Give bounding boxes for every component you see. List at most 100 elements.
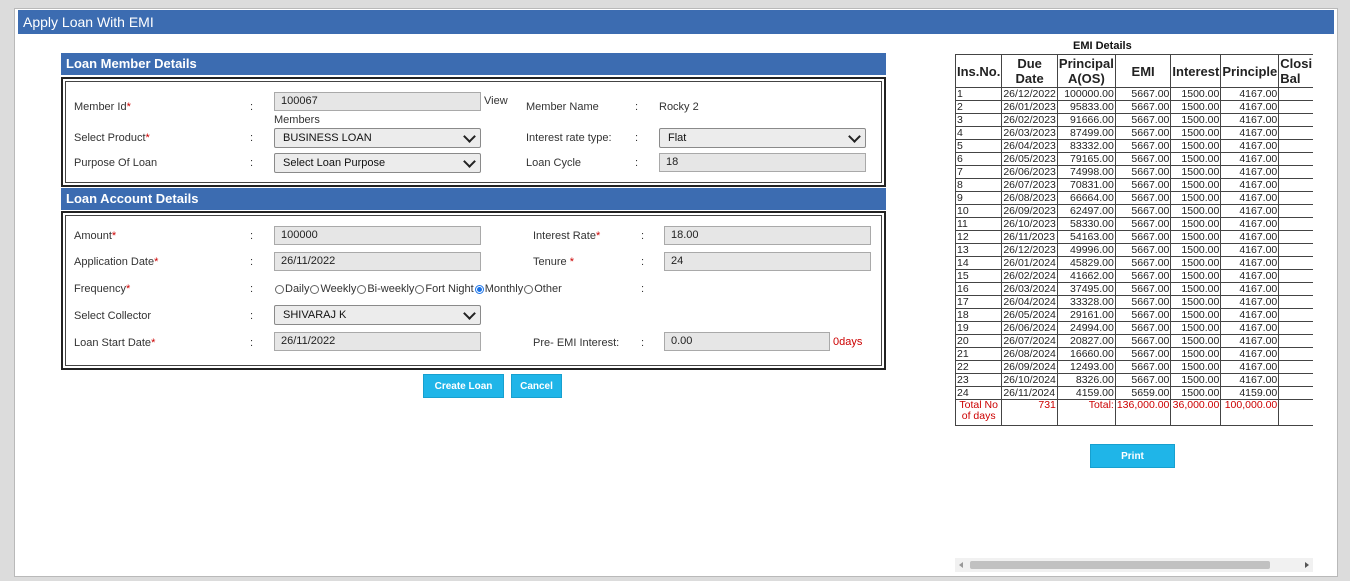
emi-cell: 22 xyxy=(955,360,1003,374)
frequency-option-fortnight[interactable]: Fort Night xyxy=(415,283,474,295)
loan-cycle-input[interactable]: 18 xyxy=(659,153,866,172)
interest-type-label: Interest rate type: xyxy=(526,132,612,144)
emi-cell: 26/05/2024 xyxy=(1001,308,1058,322)
application-date-input[interactable]: 26/11/2022 xyxy=(274,252,481,271)
emi-cell: 5667.00 xyxy=(1114,308,1172,322)
frequency-option-other[interactable]: Other xyxy=(524,283,562,295)
emi-cell: 24 xyxy=(1278,308,1313,322)
emi-cell: 4167.00 xyxy=(1220,152,1280,166)
emi-table-row: 2 26/01/2023 95833.00 5667.00 1500.00 4167.00… xyxy=(955,100,1313,114)
emi-cell: 91 xyxy=(1278,100,1313,114)
emi-cell: 58330.00 xyxy=(1056,217,1116,231)
emi-cell: 1500.00 xyxy=(1170,152,1222,166)
emi-cell: 49 xyxy=(1278,230,1313,244)
radio-icon[interactable] xyxy=(524,284,534,294)
member-section-title: Loan Member Details xyxy=(66,56,197,71)
emi-cell: 5667.00 xyxy=(1114,321,1172,335)
frequency-option-weekly[interactable]: Weekly xyxy=(310,283,356,295)
emi-cell: 24994.00 xyxy=(1056,321,1116,335)
interest-rate-input[interactable]: 18.00 xyxy=(664,226,871,245)
member-name-value: Rocky 2 xyxy=(659,101,699,113)
emi-cell: 5667.00 xyxy=(1114,126,1172,140)
emi-cell: 37495.00 xyxy=(1056,282,1116,296)
emi-table-header: Ins.No. Due Date Principal A(OS) EMI Int… xyxy=(955,54,1313,88)
emi-cell: 16 xyxy=(1278,334,1313,348)
emi-cell: 26/07/2023 xyxy=(1001,178,1058,192)
emi-table-row: 5 26/04/2023 83332.00 5667.00 1500.00 4167.00… xyxy=(955,139,1313,153)
emi-cell: 4167.00 xyxy=(1220,295,1280,309)
emi-cell: 8 xyxy=(1278,360,1313,374)
member-id-input[interactable]: 100067 xyxy=(274,92,481,111)
scrollbar-thumb[interactable] xyxy=(970,561,1270,569)
emi-cell: 33328.00 xyxy=(1056,295,1116,309)
emi-table-row: 23 26/10/2024 8326.00 5667.00 1500.00 4167.00… xyxy=(955,373,1313,387)
emi-cell: 5667.00 xyxy=(1114,282,1172,296)
emi-cell: 1500.00 xyxy=(1170,308,1222,322)
view-members-link-part1[interactable]: View xyxy=(484,95,508,107)
radio-icon[interactable] xyxy=(275,284,284,294)
scroll-right-arrow-icon[interactable] xyxy=(1305,562,1309,568)
cancel-button[interactable]: Cancel xyxy=(511,374,562,398)
emi-cell: 24 xyxy=(955,386,1003,400)
chevron-down-icon xyxy=(463,130,476,143)
emi-cell: 1500.00 xyxy=(1170,178,1222,192)
emi-table-row: 22 26/09/2024 12493.00 5667.00 1500.00 4167.0… xyxy=(955,360,1313,374)
emi-cell: 6 xyxy=(955,152,1003,166)
radio-icon[interactable] xyxy=(310,284,320,294)
emi-cell: 5667.00 xyxy=(1114,373,1172,387)
view-members-link-part2[interactable]: Members xyxy=(274,114,320,126)
emi-cell: 1500.00 xyxy=(1170,347,1222,361)
emi-cell: 16660.00 xyxy=(1056,347,1116,361)
scroll-left-arrow-icon[interactable] xyxy=(959,562,963,568)
emi-cell: 1500.00 xyxy=(1170,243,1222,257)
emi-cell: 5667.00 xyxy=(1114,295,1172,309)
pre-emi-input[interactable]: 0.00 xyxy=(664,332,830,351)
emi-cell: 12493.00 xyxy=(1056,360,1116,374)
emi-cell: 26/08/2024 xyxy=(1001,347,1058,361)
emi-cell: 26/03/2023 xyxy=(1001,126,1058,140)
frequency-option-monthly[interactable]: Monthly xyxy=(474,283,523,295)
radio-icon[interactable] xyxy=(415,284,425,294)
emi-table-scroll[interactable]: Ins.No. Due Date Principal A(OS) EMI Int… xyxy=(955,54,1313,428)
purpose-select[interactable]: Select Loan Purpose xyxy=(274,153,481,173)
emi-cell: 4167.00 xyxy=(1220,191,1280,205)
emi-cell: 1500.00 xyxy=(1170,295,1222,309)
radio-icon[interactable] xyxy=(357,284,367,294)
horizontal-scrollbar[interactable] xyxy=(955,558,1313,572)
emi-cell: 19 xyxy=(955,321,1003,335)
emi-cell: 14 xyxy=(955,256,1003,270)
emi-table-row: 24 26/11/2024 4159.00 5659.00 1500.00 4159.00 xyxy=(955,386,1313,400)
amount-input[interactable]: 100000 xyxy=(274,226,481,245)
collector-select[interactable]: SHIVARAJ K xyxy=(274,305,481,325)
emi-details-title: EMI Details xyxy=(1073,40,1132,52)
frequency-option-daily[interactable]: Daily xyxy=(275,283,309,295)
emi-table-row: 21 26/08/2024 16660.00 5667.00 1500.00 4167.0… xyxy=(955,347,1313,361)
interest-type-select[interactable]: Flat xyxy=(659,128,866,148)
emi-cell: 5667.00 xyxy=(1114,165,1172,179)
create-loan-button[interactable]: Create Loan xyxy=(423,374,504,398)
radio-selected-icon[interactable] xyxy=(474,284,484,294)
loan-start-date-input[interactable]: 26/11/2022 xyxy=(274,332,481,351)
print-button[interactable]: Print xyxy=(1090,444,1175,468)
product-select[interactable]: BUSINESS LOAN xyxy=(274,128,481,148)
emi-cell: 4167.00 xyxy=(1220,269,1280,283)
emi-cell: 5667.00 xyxy=(1114,230,1172,244)
emi-cell: 4167.00 xyxy=(1220,126,1280,140)
emi-cell: 20 xyxy=(955,334,1003,348)
emi-cell: 1500.00 xyxy=(1170,360,1222,374)
emi-cell: 26/05/2023 xyxy=(1001,152,1058,166)
emi-cell: 1500.00 xyxy=(1170,386,1222,400)
emi-total-row: Total No of days 731 Total: 136,000.00 3… xyxy=(955,399,1313,426)
emi-cell: 5667.00 xyxy=(1114,139,1172,153)
emi-cell: 5667.00 xyxy=(1114,256,1172,270)
tenure-input[interactable]: 24 xyxy=(664,252,871,271)
emi-cell: 45829.00 xyxy=(1056,256,1116,270)
emi-table-row: 10 26/09/2023 62497.00 5667.00 1500.00 4167.0… xyxy=(955,204,1313,218)
emi-cell: 91666.00 xyxy=(1056,113,1116,127)
frequency-option-biweekly[interactable]: Bi-weekly xyxy=(357,283,414,295)
emi-cell: 16 xyxy=(955,282,1003,296)
emi-cell: 26/01/2023 xyxy=(1001,100,1058,114)
emi-cell: 5667.00 xyxy=(1114,87,1172,101)
collector-label: Select Collector xyxy=(74,310,152,322)
emi-cell: 26/07/2024 xyxy=(1001,334,1058,348)
